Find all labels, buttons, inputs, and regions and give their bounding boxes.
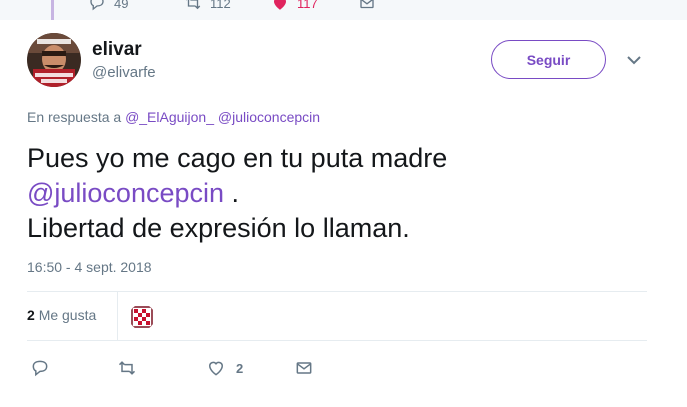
reply-icon: [90, 0, 104, 11]
like-count: 2: [236, 360, 244, 376]
envelope-icon: [296, 362, 312, 374]
tweet-line-3: Libertad de expresión lo llaman.: [27, 213, 410, 243]
tweet-mention[interactable]: @julioconcepcin: [27, 178, 224, 208]
retweet-icon: [118, 361, 136, 375]
divider-top: [27, 291, 647, 292]
prev-dm-action[interactable]: [358, 0, 376, 12]
likes-count[interactable]: 2 Me gusta: [27, 307, 96, 323]
liker-avatar[interactable]: [129, 304, 155, 330]
dm-action[interactable]: [294, 358, 324, 378]
previous-tweet-actions: 49 112 117: [0, 0, 687, 20]
meme-avatar-icon: [27, 33, 81, 87]
stats-separator: [117, 292, 118, 340]
tweet-line-1: Pues yo me cago en tu puta madre: [27, 143, 448, 173]
author-avatar[interactable]: [27, 33, 81, 87]
prev-reply-action[interactable]: 49: [88, 0, 128, 12]
follow-button[interactable]: Seguir: [491, 40, 606, 79]
retweet-icon: [186, 0, 201, 10]
tweet-after-mention: .: [224, 178, 240, 208]
likes-number: 2: [27, 307, 35, 323]
prev-like-action[interactable]: 117: [271, 0, 318, 12]
author-display-name[interactable]: elivar: [92, 39, 142, 61]
prev-retweet-count: 112: [210, 0, 231, 11]
checkered-avatar-icon: [129, 304, 155, 330]
reply-context: En respuesta a @_ElAguijon_ @julioconcep…: [27, 109, 320, 125]
author-handle[interactable]: @elivarfe: [92, 64, 156, 81]
like-action[interactable]: 2: [206, 358, 243, 378]
reply-icon: [32, 360, 48, 377]
prev-reply-count: 49: [114, 0, 129, 11]
heart-filled-icon: [274, 0, 286, 10]
retweet-action[interactable]: [117, 358, 147, 378]
heart-icon: [208, 361, 224, 376]
divider-bottom: [27, 340, 647, 341]
reply-mention-julioconcepcin[interactable]: @julioconcepcin: [218, 109, 320, 125]
tweet-text: Pues yo me cago en tu puta madre @julioc…: [27, 141, 647, 246]
reply-mention-elaguijon[interactable]: @_ElAguijon_: [125, 109, 214, 125]
tweet-timestamp[interactable]: 16:50 - 4 sept. 2018: [27, 259, 152, 275]
prev-like-count: 117: [297, 0, 318, 11]
tweet-line-2: @julioconcepcin .: [27, 176, 647, 211]
prev-retweet-action[interactable]: 112: [184, 0, 231, 12]
thread-line: [51, 0, 54, 20]
envelope-icon: [360, 0, 374, 9]
chevron-down-icon[interactable]: [624, 52, 644, 68]
reply-action[interactable]: [30, 358, 60, 378]
reply-prefix: En respuesta a: [27, 109, 122, 125]
likes-label: Me gusta: [38, 307, 97, 323]
